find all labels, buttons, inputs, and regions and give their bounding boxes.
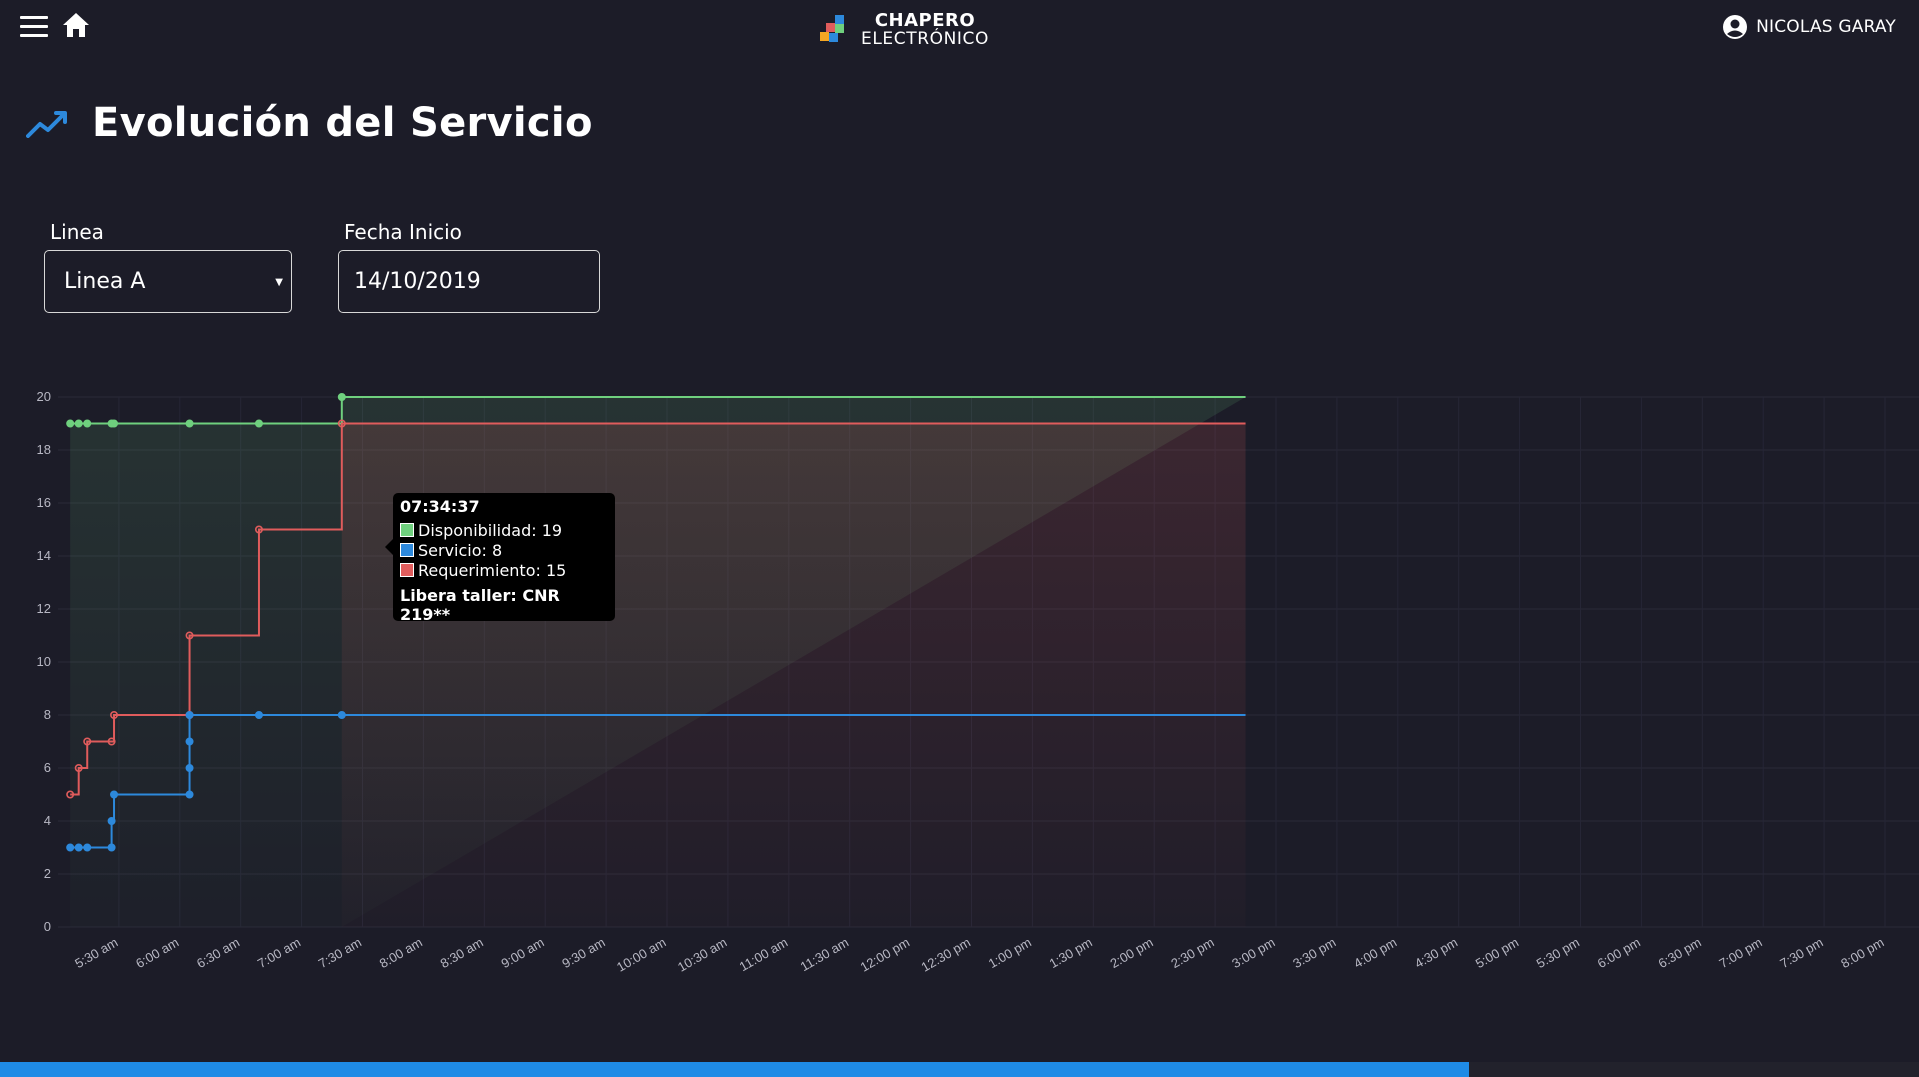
data-point-servicio xyxy=(185,763,194,772)
x-tick-label: 11:00 am xyxy=(737,935,791,975)
hamburger-menu-icon[interactable] xyxy=(20,16,48,38)
x-tick-label: 3:30 pm xyxy=(1290,935,1338,971)
page-header: Evolución del Servicio xyxy=(26,100,593,146)
data-point-servicio xyxy=(337,710,346,719)
x-tick-label: 8:30 am xyxy=(438,935,486,971)
x-tick-label: 6:30 am xyxy=(194,935,242,971)
caret-down-icon: ▼ xyxy=(275,277,283,288)
brand: CHAPERO ELECTRÓNICO xyxy=(818,10,989,50)
horizontal-scrollbar[interactable] xyxy=(0,1062,1919,1077)
tooltip-footer: Libera taller: CNR 219** xyxy=(400,586,560,624)
tooltip-row-text: Requerimiento: 15 xyxy=(418,560,567,580)
user-account-icon xyxy=(1723,15,1748,39)
data-point-servicio xyxy=(107,843,116,852)
x-tick-label: 1:30 pm xyxy=(1047,935,1095,971)
x-tick-label: 8:00 am xyxy=(377,935,425,971)
x-tick-label: 1:00 pm xyxy=(986,935,1034,971)
data-point-servicio xyxy=(185,710,194,719)
data-point-servicio xyxy=(107,816,116,825)
x-tick-label: 8:00 pm xyxy=(1838,935,1886,971)
x-tick-label: 7:00 am xyxy=(255,935,303,971)
start-date-label: Fecha Inicio xyxy=(344,220,462,244)
scrollbar-thumb[interactable] xyxy=(0,1062,1469,1077)
user-menu[interactable]: NICOLAS GARAY xyxy=(1722,14,1896,40)
brand-logo xyxy=(820,15,844,42)
page-title: Evolución del Servicio xyxy=(92,100,593,146)
tooltip-row-text: Servicio: 8 xyxy=(418,540,503,560)
y-tick-label: 8 xyxy=(44,707,51,722)
legend-swatch-requerimiento xyxy=(400,563,414,577)
y-tick-label: 14 xyxy=(37,548,51,563)
x-tick-label: 9:30 am xyxy=(559,935,607,971)
x-tick-label: 2:30 pm xyxy=(1168,935,1216,971)
data-point-disponibilidad xyxy=(337,392,346,401)
data-point-servicio xyxy=(185,790,194,799)
y-tick-label: 10 xyxy=(37,654,51,669)
x-tick-label: 2:00 pm xyxy=(1108,935,1156,971)
data-point-disponibilidad xyxy=(83,419,92,428)
x-tick-label: 7:00 pm xyxy=(1717,935,1765,971)
data-point-disponibilidad xyxy=(74,419,83,428)
brand-name-line2: ELECTRÓNICO xyxy=(861,29,989,49)
start-date-input[interactable] xyxy=(338,250,600,313)
x-tick-label: 7:30 am xyxy=(316,935,364,971)
user-name: NICOLAS GARAY xyxy=(1756,17,1896,37)
tooltip-row: Disponibilidad: 19 xyxy=(400,520,608,540)
line-select[interactable]: Linea A ▼ xyxy=(44,250,292,313)
data-point-disponibilidad xyxy=(185,419,194,428)
home-icon[interactable] xyxy=(62,12,90,42)
data-point-disponibilidad xyxy=(254,419,263,428)
data-point-servicio xyxy=(110,790,119,799)
legend-swatch-disponibilidad xyxy=(400,523,414,537)
trending-up-icon xyxy=(26,111,67,138)
line-select-value: Linea A xyxy=(64,269,146,294)
y-tick-label: 4 xyxy=(44,813,51,828)
x-tick-label: 7:30 pm xyxy=(1777,935,1825,971)
x-tick-label: 12:00 pm xyxy=(858,935,912,975)
y-tick-label: 16 xyxy=(37,495,51,510)
data-point-servicio xyxy=(254,710,263,719)
x-tick-label: 6:30 pm xyxy=(1656,935,1704,971)
data-point-servicio xyxy=(185,737,194,746)
legend-swatch-servicio xyxy=(400,543,414,557)
x-tick-label: 4:30 pm xyxy=(1412,935,1460,971)
data-point-servicio xyxy=(66,843,75,852)
tooltip-row: Requerimiento: 15 xyxy=(400,560,608,580)
x-tick-label: 9:00 am xyxy=(499,935,547,971)
x-tick-label: 10:00 am xyxy=(614,935,668,975)
brand-name-line1: CHAPERO xyxy=(874,10,976,31)
x-tick-label: 5:30 pm xyxy=(1534,935,1582,971)
data-point-servicio xyxy=(83,843,92,852)
y-tick-label: 18 xyxy=(37,442,51,457)
y-tick-label: 2 xyxy=(44,866,51,881)
y-tick-label: 6 xyxy=(44,760,51,775)
tooltip-row: Servicio: 8 xyxy=(400,540,608,560)
tooltip-time: 07:34:37 xyxy=(400,497,480,516)
y-tick-label: 12 xyxy=(37,601,51,616)
tooltip-row-text: Disponibilidad: 19 xyxy=(418,520,563,540)
x-tick-label: 12:30 pm xyxy=(919,935,973,975)
data-point-disponibilidad xyxy=(110,419,119,428)
top-bar: CHAPERO ELECTRÓNICO NICOLAS GARAY xyxy=(0,0,1919,56)
x-tick-label: 6:00 pm xyxy=(1595,935,1643,971)
data-point-disponibilidad xyxy=(66,419,75,428)
x-tick-label: 5:00 pm xyxy=(1473,935,1521,971)
x-tick-label: 11:30 am xyxy=(798,935,852,975)
data-point-servicio xyxy=(74,843,83,852)
x-tick-label: 4:00 pm xyxy=(1351,935,1399,971)
y-tick-label: 0 xyxy=(44,919,51,934)
y-tick-label: 20 xyxy=(37,389,51,404)
x-tick-label: 10:30 am xyxy=(675,935,729,975)
x-tick-label: 5:30 am xyxy=(72,935,120,971)
service-evolution-chart: 0 2 4 6 8 10 12 14 16 18 20 5:30 am 6:00 am 6:30 am 7… xyxy=(37,389,1919,975)
chart-tooltip: 07:34:37 Disponibilidad: 19 Servicio: 8 … xyxy=(385,493,615,624)
line-select-label: Linea xyxy=(50,220,104,244)
x-tick-label: 6:00 am xyxy=(133,935,181,971)
x-tick-label: 3:00 pm xyxy=(1229,935,1277,971)
